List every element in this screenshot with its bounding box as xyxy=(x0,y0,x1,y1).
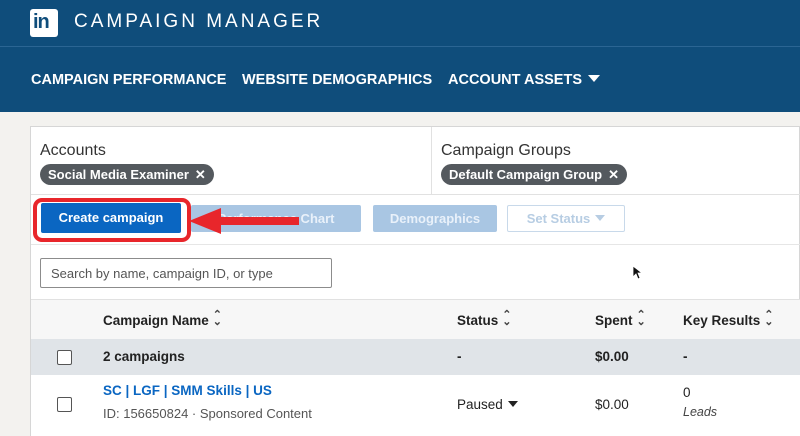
accounts-label: Accounts xyxy=(40,142,106,159)
annotation-highlight-box xyxy=(33,198,191,242)
campaign-groups-label: Campaign Groups xyxy=(441,142,571,159)
campaign-group-chip-label: Default Campaign Group xyxy=(449,167,603,182)
campaign-search-input[interactable] xyxy=(40,258,332,288)
column-spent[interactable]: Spent ⌃ ⌄ xyxy=(595,310,646,329)
column-campaign-name[interactable]: Campaign Name ⌃ ⌄ xyxy=(103,310,222,329)
table-row[interactable]: SC | LGF | SMM Skills | US ID: 156650824… xyxy=(31,375,800,436)
summary-results: - xyxy=(683,349,688,364)
set-status-dropdown[interactable]: Set Status xyxy=(507,205,625,232)
account-chip-label: Social Media Examiner xyxy=(48,167,189,182)
campaign-group-chip[interactable]: Default Campaign Group ✕ xyxy=(441,164,628,185)
status-value: Paused xyxy=(457,397,503,412)
top-header: in CAMPAIGN MANAGER xyxy=(0,0,800,46)
spent-value: $0.00 xyxy=(595,397,629,412)
nav-account-assets[interactable]: ACCOUNT ASSETS xyxy=(448,72,600,88)
annotation-arrow-icon xyxy=(189,208,299,234)
column-status-label: Status xyxy=(457,313,499,328)
sort-arrows-icon[interactable]: ⌃ ⌄ xyxy=(764,310,773,328)
caret-down-icon xyxy=(595,215,606,221)
mouse-pointer-icon xyxy=(633,266,643,280)
select-all-checkbox[interactable] xyxy=(57,350,72,365)
summary-label: 2 campaigns xyxy=(103,349,185,364)
nav-account-assets-label: ACCOUNT ASSETS xyxy=(448,72,582,88)
column-status[interactable]: Status ⌃ ⌄ xyxy=(457,310,511,329)
filter-bar: Accounts Social Media Examiner ✕ Campaign… xyxy=(31,127,800,195)
nav-campaign-performance[interactable]: CAMPAIGN PERFORMANCE xyxy=(31,72,226,88)
logo-text: in xyxy=(33,11,50,33)
account-chip[interactable]: Social Media Examiner ✕ xyxy=(40,164,214,185)
summary-spent: $0.00 xyxy=(595,349,629,364)
main-nav: CAMPAIGN PERFORMANCE WEBSITE DEMOGRAPHIC… xyxy=(0,46,800,112)
row-checkbox[interactable] xyxy=(57,397,72,412)
set-status-label: Set Status xyxy=(526,211,591,226)
status-dropdown[interactable]: Paused xyxy=(457,397,518,412)
campaign-meta: ID: 156650824 · Sponsored Content xyxy=(103,406,312,421)
accounts-filter: Accounts Social Media Examiner ✕ xyxy=(31,127,432,195)
nav-website-demographics[interactable]: WEBSITE DEMOGRAPHICS xyxy=(242,72,432,88)
caret-down-icon xyxy=(588,75,600,82)
demographics-button[interactable]: Demographics xyxy=(373,205,497,232)
caret-down-icon xyxy=(507,401,518,407)
key-results-label: Leads xyxy=(683,405,718,419)
campaigns-panel: Accounts Social Media Examiner ✕ Campaign… xyxy=(30,126,800,436)
sort-arrows-icon[interactable]: ⌃ ⌄ xyxy=(637,310,646,328)
key-results-value: 0 xyxy=(683,385,691,400)
summary-row: 2 campaigns - $0.00 - xyxy=(31,339,800,375)
campaign-groups-filter: Campaign Groups Default Campaign Group ✕ xyxy=(432,127,800,195)
column-campaign-name-label: Campaign Name xyxy=(103,313,209,328)
app-title: CAMPAIGN MANAGER xyxy=(74,11,324,32)
summary-status: - xyxy=(457,349,462,364)
column-key-results-label: Key Results xyxy=(683,313,761,328)
sort-arrows-icon[interactable]: ⌃ ⌄ xyxy=(502,310,511,328)
linkedin-logo-icon[interactable]: in xyxy=(30,9,58,37)
table-header: Campaign Name ⌃ ⌄ Status ⌃ ⌄ Spent ⌃ ⌄ Key Res… xyxy=(31,299,800,339)
sort-arrows-icon[interactable]: ⌃ ⌄ xyxy=(213,310,222,328)
column-spent-label: Spent xyxy=(595,313,633,328)
campaign-name-link[interactable]: SC | LGF | SMM Skills | US xyxy=(103,383,272,398)
close-icon[interactable]: ✕ xyxy=(608,167,619,182)
column-key-results[interactable]: Key Results ⌃ ⌄ xyxy=(683,310,774,329)
close-icon[interactable]: ✕ xyxy=(195,167,206,182)
